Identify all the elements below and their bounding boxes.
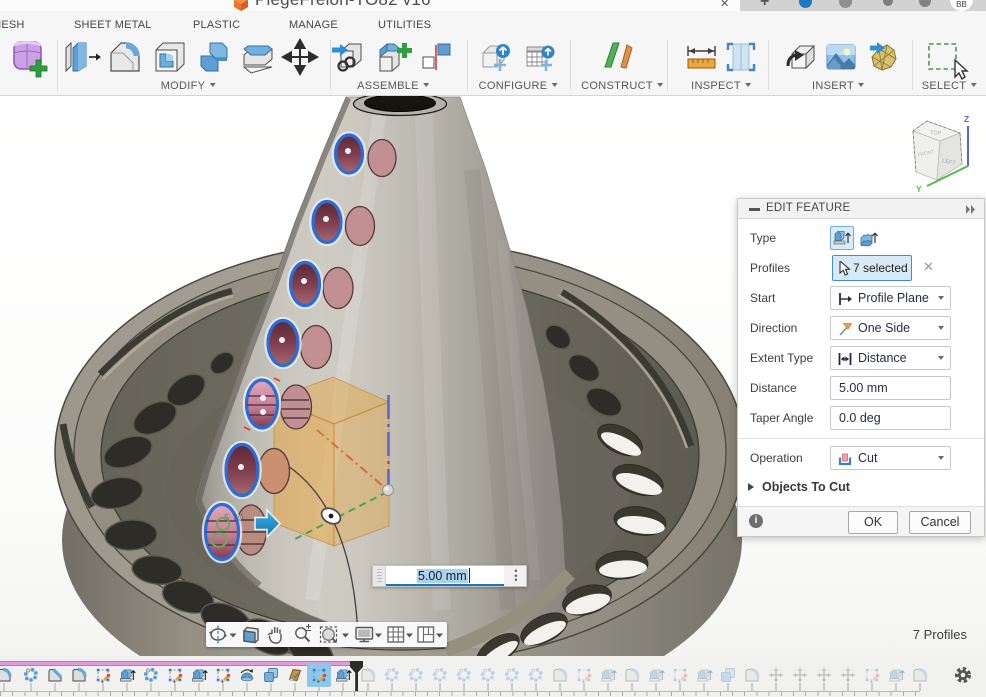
svg-text:5.70: 5.70 (224, 513, 244, 524)
svg-text:Y: Y (916, 184, 922, 194)
svg-text:Z: Z (964, 114, 969, 124)
svg-text:TOP: TOP (930, 130, 942, 137)
